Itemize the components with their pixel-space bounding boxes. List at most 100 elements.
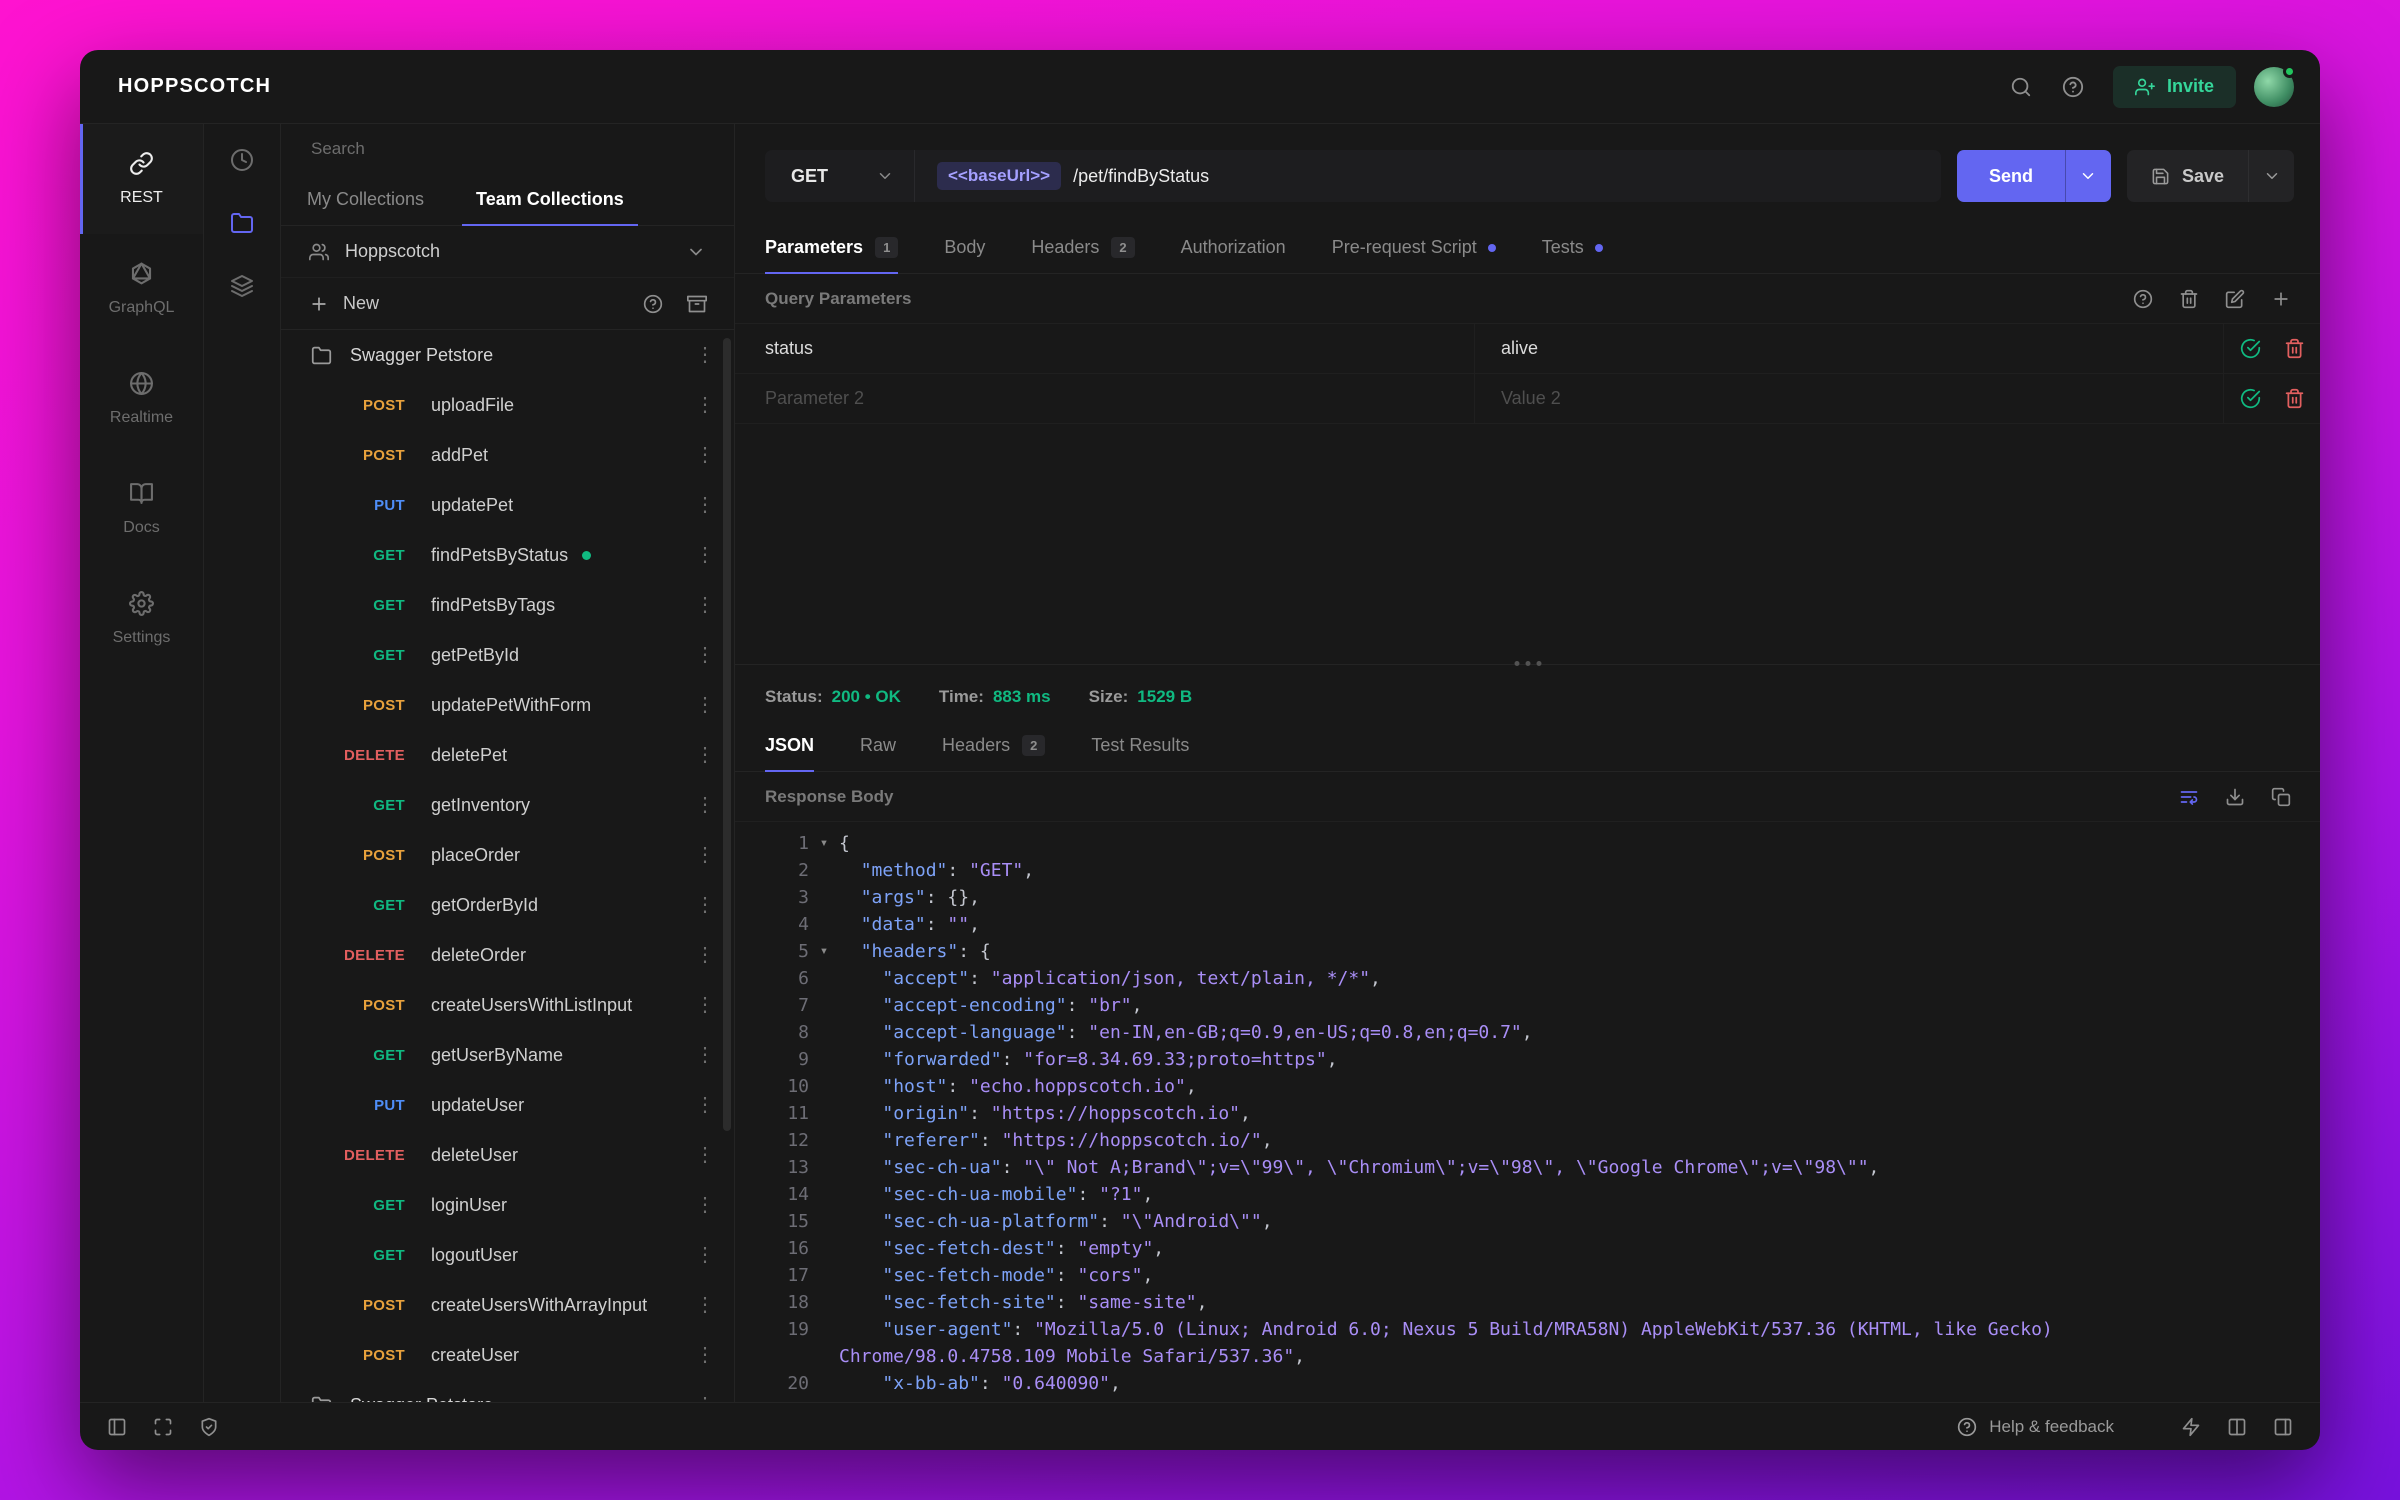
request-item[interactable]: GET logoutUser ⋮ <box>281 1230 734 1280</box>
more-options-icon[interactable]: ⋮ <box>690 540 720 570</box>
fold-caret-icon[interactable] <box>809 1235 839 1262</box>
fold-caret-icon[interactable] <box>809 1289 839 1316</box>
url-input[interactable]: <<baseUrl>> /pet/findByStatus <box>915 162 1941 190</box>
fold-caret-icon[interactable] <box>809 911 839 938</box>
fold-caret-icon[interactable] <box>809 1181 839 1208</box>
param-toggle-icon[interactable] <box>2233 332 2267 366</box>
sidebar-item-settings[interactable]: Settings <box>80 564 203 674</box>
fold-caret-icon[interactable] <box>809 1154 839 1181</box>
column-layout-icon[interactable] <box>2218 1408 2256 1446</box>
invite-button[interactable]: Invite <box>2112 65 2236 108</box>
param-key-input[interactable]: Parameter 2 <box>735 374 1475 423</box>
request-item[interactable]: POST uploadFile ⋮ <box>281 380 734 430</box>
param-value-input[interactable]: alive <box>1475 324 2224 373</box>
fold-caret-icon[interactable] <box>809 965 839 992</box>
collection-folder-partial[interactable]: Swagger Petstore ⋮ <box>281 1380 734 1402</box>
fold-caret-icon[interactable] <box>809 1316 839 1370</box>
param-delete-icon[interactable] <box>2277 382 2311 416</box>
tab-headers[interactable]: Headers 2 <box>942 720 1046 771</box>
request-item[interactable]: DELETE deleteOrder ⋮ <box>281 930 734 980</box>
search-icon[interactable] <box>1999 65 2043 109</box>
expand-icon[interactable] <box>144 1408 182 1446</box>
request-item[interactable]: POST createUser ⋮ <box>281 1330 734 1380</box>
more-options-icon[interactable]: ⋮ <box>690 1390 720 1402</box>
param-value-input[interactable]: Value 2 <box>1475 374 2224 423</box>
request-item[interactable]: POST updatePetWithForm ⋮ <box>281 680 734 730</box>
send-button[interactable]: Send <box>1956 150 2065 202</box>
request-item[interactable]: PUT updatePet ⋮ <box>281 480 734 530</box>
more-options-icon[interactable]: ⋮ <box>690 690 720 720</box>
tab-team-collections[interactable]: Team Collections <box>450 174 650 226</box>
more-options-icon[interactable]: ⋮ <box>690 340 720 370</box>
sidebar-item-docs[interactable]: Docs <box>80 454 203 564</box>
request-item[interactable]: POST addPet ⋮ <box>281 430 734 480</box>
tab-test-results[interactable]: Test Results <box>1091 720 1189 771</box>
scrollbar[interactable] <box>723 338 731 1132</box>
method-select[interactable]: GET <box>765 150 915 202</box>
send-options-icon[interactable] <box>2064 150 2111 202</box>
tab-parameters[interactable]: Parameters 1 <box>765 222 899 274</box>
sidebar-item-graphql[interactable]: GraphQL <box>80 234 203 344</box>
panel-left-toggle-icon[interactable] <box>98 1408 136 1446</box>
interceptor-shield-icon[interactable] <box>190 1408 228 1446</box>
avatar[interactable] <box>2254 64 2296 107</box>
fold-caret-icon[interactable] <box>809 1262 839 1289</box>
fold-caret-icon[interactable] <box>809 1100 839 1127</box>
request-item[interactable]: POST createUsersWithListInput ⋮ <box>281 980 734 1030</box>
more-options-icon[interactable]: ⋮ <box>690 1190 720 1220</box>
request-item[interactable]: PUT updateUser ⋮ <box>281 1080 734 1130</box>
fold-caret-icon[interactable] <box>809 1019 839 1046</box>
tab-body[interactable]: Body <box>944 222 985 273</box>
request-item[interactable]: DELETE deleteUser ⋮ <box>281 1130 734 1180</box>
wrap-lines-icon[interactable] <box>2170 778 2208 816</box>
sidebar-item-realtime[interactable]: Realtime <box>80 344 203 454</box>
shortcuts-icon[interactable] <box>2172 1408 2210 1446</box>
environments-icon[interactable] <box>230 274 254 301</box>
fold-caret-icon[interactable] <box>809 1370 839 1397</box>
param-key-input[interactable]: status <box>735 324 1475 373</box>
download-icon[interactable] <box>2216 778 2254 816</box>
collections-icon[interactable] <box>230 211 254 238</box>
request-item[interactable]: GET findPetsByTags ⋮ <box>281 580 734 630</box>
collection-folder[interactable]: Swagger Petstore ⋮ <box>281 330 734 380</box>
more-options-icon[interactable]: ⋮ <box>690 1340 720 1370</box>
more-options-icon[interactable]: ⋮ <box>690 490 720 520</box>
tab-pre-request-script[interactable]: Pre-request Script <box>1332 222 1496 273</box>
tab-tests[interactable]: Tests <box>1542 222 1603 273</box>
fold-caret-icon[interactable] <box>809 1208 839 1235</box>
tab-json[interactable]: JSON <box>765 720 815 772</box>
panel-right-toggle-icon[interactable] <box>2264 1408 2302 1446</box>
fold-caret-icon[interactable] <box>809 857 839 884</box>
request-item[interactable]: GET loginUser ⋮ <box>281 1180 734 1230</box>
new-collection-button[interactable]: New <box>309 293 379 314</box>
sidebar-item-rest[interactable]: REST <box>80 124 203 234</box>
param-delete-icon[interactable] <box>2277 332 2311 366</box>
more-options-icon[interactable]: ⋮ <box>690 590 720 620</box>
clear-all-icon[interactable] <box>2170 280 2208 318</box>
help-icon[interactable] <box>2124 280 2162 318</box>
more-options-icon[interactable]: ⋮ <box>690 940 720 970</box>
collections-help-icon[interactable] <box>634 285 672 323</box>
add-param-icon[interactable] <box>2262 280 2300 318</box>
more-options-icon[interactable]: ⋮ <box>690 890 720 920</box>
request-item[interactable]: GET getInventory ⋮ <box>281 780 734 830</box>
request-item[interactable]: POST placeOrder ⋮ <box>281 830 734 880</box>
more-options-icon[interactable]: ⋮ <box>690 1240 720 1270</box>
request-item[interactable]: POST createUsersWithArrayInput ⋮ <box>281 1280 734 1330</box>
fold-caret-icon[interactable] <box>809 992 839 1019</box>
more-options-icon[interactable]: ⋮ <box>690 1040 720 1070</box>
search-input[interactable] <box>309 138 706 160</box>
fold-caret-icon[interactable]: ▾ <box>809 938 839 965</box>
more-options-icon[interactable]: ⋮ <box>690 640 720 670</box>
support-icon[interactable] <box>2051 65 2095 109</box>
pane-splitter[interactable] <box>735 661 2320 674</box>
request-item[interactable]: GET findPetsByStatus ⋮ <box>281 530 734 580</box>
response-body-code[interactable]: 1 ▾ { 2 "method": "GET", 3 "args": {}, 4… <box>735 822 2320 1402</box>
more-options-icon[interactable]: ⋮ <box>690 1090 720 1120</box>
more-options-icon[interactable]: ⋮ <box>690 440 720 470</box>
fold-caret-icon[interactable]: ▾ <box>809 830 839 857</box>
team-selector[interactable]: Hoppscotch <box>281 226 734 278</box>
import-export-icon[interactable] <box>678 285 716 323</box>
fold-caret-icon[interactable] <box>809 1073 839 1100</box>
help-feedback-button[interactable]: Help & feedback <box>1947 1417 2124 1437</box>
